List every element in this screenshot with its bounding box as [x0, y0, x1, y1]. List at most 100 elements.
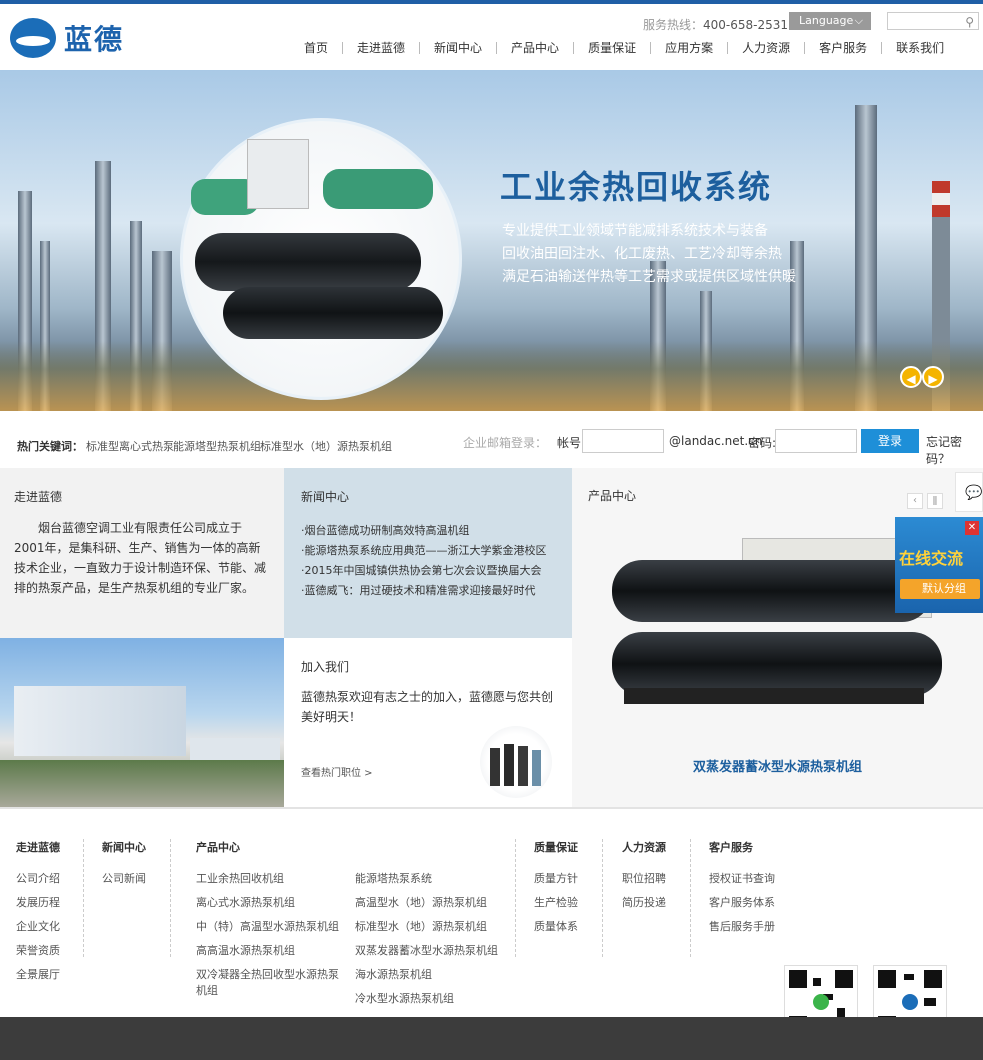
keyword-link[interactable]: 能源塔型热泵机组 [173, 438, 261, 454]
footer-link[interactable]: 海水源热泵机组 [355, 967, 432, 983]
next-arrow-icon[interactable]: ▶ [922, 366, 944, 388]
nav-item-news[interactable]: 新闻中心 [420, 42, 498, 54]
footer-link[interactable]: 发展历程 [16, 895, 60, 911]
footer-link[interactable]: 公司介绍 [16, 871, 60, 887]
search-icon[interactable]: ⚲ [965, 15, 974, 29]
footer-heading[interactable]: 客户服务 [709, 839, 753, 855]
account-label: 帐号: [557, 436, 586, 450]
person [504, 744, 514, 786]
footer-heading[interactable]: 新闻中心 [102, 839, 146, 855]
footer-link[interactable]: 工业余热回收机组 [196, 871, 284, 887]
forgot-password-link[interactable]: 忘记密码？ [926, 433, 983, 467]
footer-link[interactable]: 公司新闻 [102, 871, 146, 887]
news-item[interactable]: ·烟台蓝德成功研制高效特高温机组 [301, 522, 470, 538]
nav-item-contact[interactable]: 联系我们 [882, 42, 958, 54]
footer-link[interactable]: 双蒸发器蓄冰型水源热泵机组 [355, 943, 498, 959]
hot-jobs-link[interactable]: 查看热门职位 > [301, 764, 373, 779]
join-text: 蓝德热泵欢迎有志之士的加入，蓝德愿与您共创美好明天！ [301, 690, 554, 724]
close-icon[interactable]: ✕ [965, 521, 979, 535]
news-item[interactable]: ·2015年中国城镇供热协会第七次会议暨换届大会 [301, 562, 542, 578]
about-title[interactable]: 走进蓝德 [14, 488, 62, 505]
product-title[interactable]: 产品中心 [588, 487, 636, 504]
footer-link[interactable]: 质量体系 [534, 919, 578, 935]
footer-link[interactable]: 双冷凝器全热回收型水源热泵机组 [196, 967, 341, 999]
prev-icon[interactable]: ‹ [907, 493, 923, 509]
nav-item-products[interactable]: 产品中心 [497, 42, 575, 54]
join-title[interactable]: 加入我们 [301, 658, 349, 675]
machine-base [624, 688, 924, 704]
news-title[interactable]: 新闻中心 [301, 488, 349, 505]
hot-keywords-label: 热门关键词： [17, 440, 83, 453]
product-circle [180, 118, 462, 400]
hotline-number: 400-658-2531 [703, 18, 789, 32]
footer-link[interactable]: 职位招聘 [622, 871, 666, 887]
banner-line: 专业提供工业领域节能减排系统技术与装备 [502, 223, 768, 239]
nav-item-solutions[interactable]: 应用方案 [651, 42, 729, 54]
footer-heading[interactable]: 走进蓝德 [16, 839, 60, 855]
logo-mark-icon [10, 18, 56, 58]
banner-line: 满足石油输送伴热等工艺需求或提供区域性供暖 [502, 269, 796, 285]
nav-item-quality[interactable]: 质量保证 [574, 42, 652, 54]
footer-link[interactable]: 离心式水源热泵机组 [196, 895, 295, 911]
keyword-link[interactable]: 标准型离心式热泵 [86, 438, 174, 454]
footer-divider [83, 839, 84, 957]
person [490, 748, 500, 786]
footer-link[interactable]: 生产检验 [534, 895, 578, 911]
footer-link[interactable]: 企业文化 [16, 919, 60, 935]
nav-item-hr[interactable]: 人力资源 [728, 42, 806, 54]
header: 蓝德 服务热线：400-658-2531 Language ⌵ ⚲ 首页 走进蓝德… [0, 4, 983, 70]
chat-bubble-tab[interactable]: 💬 [955, 472, 983, 512]
banner-line: 回收油田回注水、化工废热、工艺冷却等余热 [502, 246, 782, 262]
footer-link[interactable]: 质量方针 [534, 871, 578, 887]
footer-link[interactable]: 高高温水源热泵机组 [196, 943, 295, 959]
chevron-down-icon: ⌵ [854, 14, 863, 27]
building [14, 686, 186, 756]
online-chat-widget[interactable]: ✕ 在线交流 默认分组 [895, 517, 983, 613]
chat-bubble-icon: 💬 [965, 485, 983, 501]
product-caption[interactable]: 双蒸发器蓄冰型水源热泵机组 [572, 756, 983, 775]
prev-arrow-icon[interactable]: ◀ [900, 366, 922, 388]
news-item[interactable]: ·蓝德威飞：用过硬技术和精准需求迎接最好时代 [301, 582, 536, 598]
footer-link[interactable]: 荣誉资质 [16, 943, 60, 959]
footer-link[interactable]: 标准型水（地）源热泵机组 [355, 919, 487, 935]
account-input[interactable] [582, 429, 664, 453]
product-image[interactable] [612, 538, 942, 728]
footer-link[interactable]: 能源塔热泵系统 [355, 871, 432, 887]
footer-link[interactable]: 中（特）高温型水源热泵机组 [196, 919, 339, 935]
about-panel: 走进蓝德 烟台蓝德空调工业有限责任公司成立于2001年，是集科研、生产、销售为一… [0, 468, 284, 638]
footer-heading[interactable]: 产品中心 [196, 839, 240, 855]
login-button[interactable]: 登录 [861, 429, 919, 453]
footer-link[interactable]: 客户服务体系 [709, 895, 775, 911]
footer-link[interactable]: 冷水型水源热泵机组 [355, 991, 454, 1007]
footer-divider [170, 839, 171, 957]
footer-link[interactable]: 全景展厅 [16, 967, 60, 983]
news-item[interactable]: ·能源塔热泵系统应用典范——浙江大学紫金港校区 [301, 542, 547, 558]
footer-link[interactable]: 高温型水（地）源热泵机组 [355, 895, 487, 911]
footer: 走进蓝德 公司介绍 发展历程 企业文化 荣誉资质 全景展厅 新闻中心 公司新闻 … [0, 807, 983, 1038]
password-input[interactable] [775, 429, 857, 453]
pause-icon[interactable]: ǁ [927, 493, 943, 509]
news-panel: 新闻中心 ·烟台蓝德成功研制高效特高温机组 ·能源塔热泵系统应用典范——浙江大学… [284, 468, 572, 638]
keyword-link[interactable]: 标准型水（地）源热泵机组 [260, 438, 392, 454]
footer-link[interactable]: 售后服务手册 [709, 919, 775, 935]
nav-item-about[interactable]: 走进蓝德 [343, 42, 421, 54]
search-input[interactable]: ⚲ [887, 12, 979, 30]
footer-heading[interactable]: 质量保证 [534, 839, 578, 855]
language-select[interactable]: Language ⌵ [789, 12, 871, 30]
footer-link[interactable]: 简历投递 [622, 895, 666, 911]
bottom-bar [0, 1017, 983, 1060]
building [190, 738, 280, 762]
ground [0, 760, 284, 807]
chat-title: 在线交流 [899, 549, 964, 568]
chat-group-button[interactable]: 默认分组 [900, 579, 980, 599]
banner-controls: ◀ ▶ [900, 366, 944, 388]
footer-link[interactable]: 授权证书查询 [709, 871, 775, 887]
hero-banner[interactable]: 工业余热回收系统 专业提供工业领域节能减排系统技术与装备 回收油田回注水、化工废… [0, 70, 983, 411]
nav-item-home[interactable]: 首页 [290, 42, 344, 54]
logo[interactable]: 蓝德 [10, 18, 124, 58]
vessel-lower [223, 287, 443, 339]
password-label: 密码: [748, 436, 777, 450]
nav-item-service[interactable]: 客户服务 [805, 42, 883, 54]
footer-divider [515, 839, 516, 957]
footer-heading[interactable]: 人力资源 [622, 839, 666, 855]
